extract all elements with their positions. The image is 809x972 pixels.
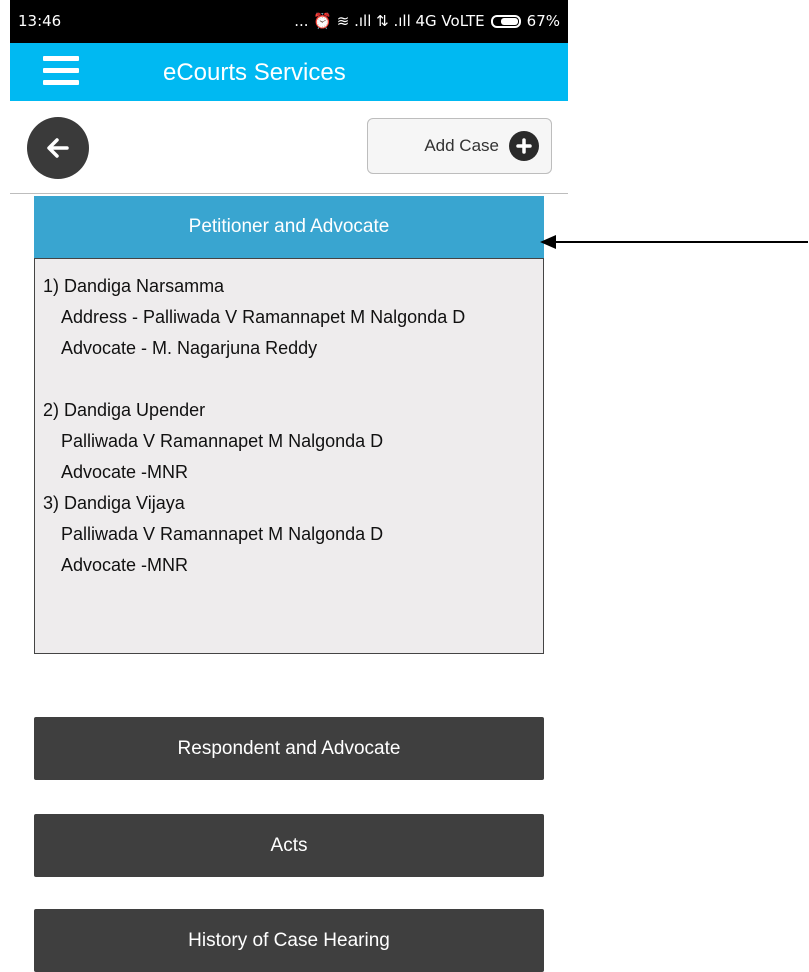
status-time: 13:46: [18, 12, 62, 30]
party-item: 3) Dandiga Vijaya Palliwada V Ramannapet…: [43, 488, 535, 581]
party-name: 2) Dandiga Upender: [43, 400, 206, 420]
party-address: Palliwada V Ramannapet M Nalgonda D: [61, 431, 384, 451]
party-address: Address - Palliwada V Ramannapet M Nalgo…: [61, 307, 466, 327]
party-address: Palliwada V Ramannapet M Nalgonda D: [61, 524, 384, 544]
party-advocate: Advocate -MNR: [61, 462, 189, 482]
petitioner-advocate-header[interactable]: Petitioner and Advocate: [34, 196, 544, 258]
battery-level: 67%: [526, 12, 560, 30]
signal-icons: ... ⏰ ≋ .ıll ⇅ .ıll 4G VoLTE: [294, 12, 485, 30]
add-case-label: Add Case: [424, 136, 499, 155]
acts-button[interactable]: Acts: [34, 814, 544, 877]
phone-screen: 13:46 ... ⏰ ≋ .ıll ⇅ .ıll 4G VoLTE 67% e…: [10, 0, 568, 972]
status-bar: 13:46 ... ⏰ ≋ .ıll ⇅ .ıll 4G VoLTE 67%: [10, 0, 568, 43]
party-item: 1) Dandiga Narsamma Address - Palliwada …: [43, 271, 535, 364]
app-bar: eCourts Services: [10, 43, 568, 101]
petitioner-advocate-panel: 1) Dandiga Narsamma Address - Palliwada …: [34, 258, 544, 654]
party-item: 2) Dandiga Upender Palliwada V Ramannape…: [43, 395, 535, 488]
annotation-arrow-icon: [540, 235, 808, 249]
plus-circle-icon: [509, 131, 539, 161]
app-title: eCourts Services: [163, 59, 346, 86]
status-indicators: ... ⏰ ≋ .ıll ⇅ .ıll 4G VoLTE 67%: [294, 12, 560, 30]
arrow-left-icon: [47, 138, 69, 158]
history-case-hearing-button[interactable]: History of Case Hearing: [34, 909, 544, 972]
back-button[interactable]: [27, 117, 89, 179]
battery-icon: [490, 14, 521, 28]
party-advocate: Advocate -MNR: [61, 555, 189, 575]
menu-icon[interactable]: [43, 56, 79, 86]
add-case-button[interactable]: Add Case: [367, 118, 552, 174]
divider: [10, 193, 568, 194]
respondent-advocate-button[interactable]: Respondent and Advocate: [34, 717, 544, 780]
party-advocate: Advocate - M. Nagarjuna Reddy: [61, 338, 318, 358]
party-name: 1) Dandiga Narsamma: [43, 276, 225, 296]
party-name: 3) Dandiga Vijaya: [43, 493, 185, 513]
